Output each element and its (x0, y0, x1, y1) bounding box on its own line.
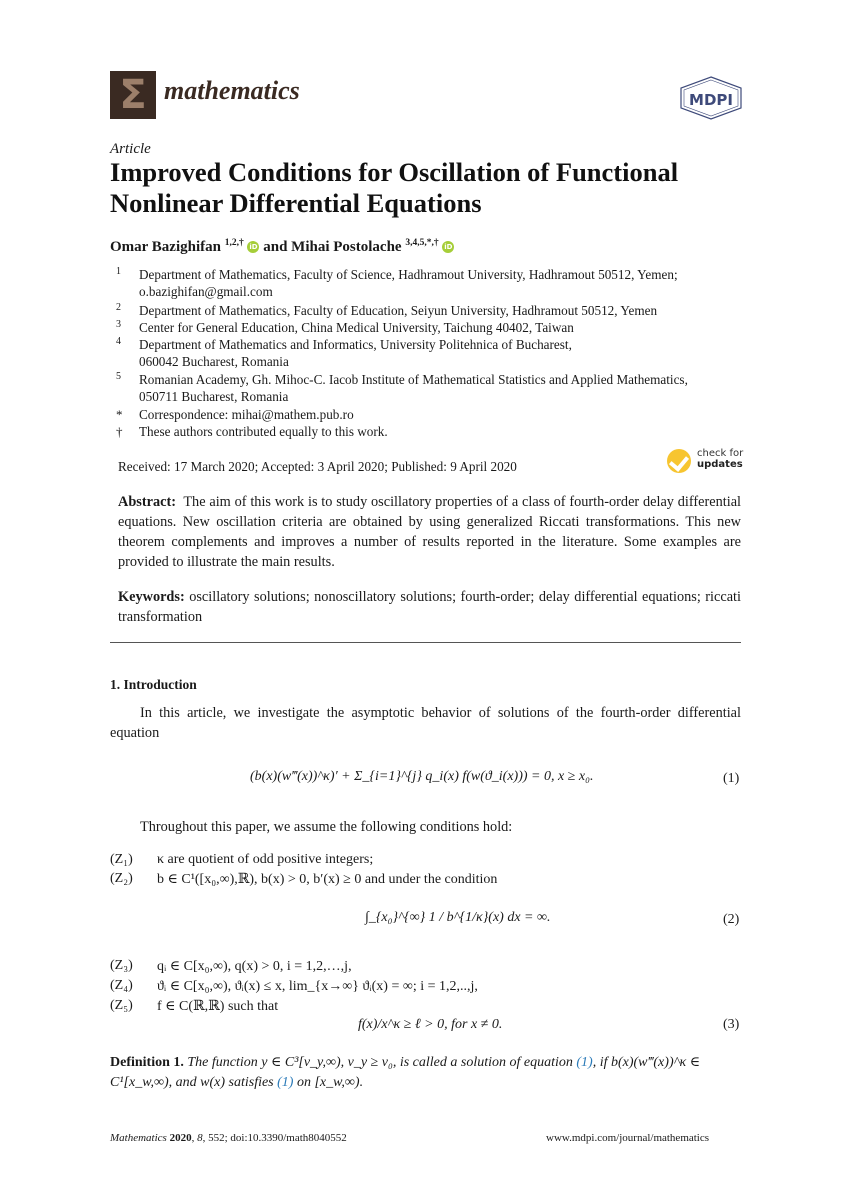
definition-text: C¹[x_w,∞), and w(x) satisfies (110, 1075, 274, 1090)
equation-1: (b(x)(w‴(x))^κ)′ + Σ_{i=1}^{j} q_i(x) f(… (250, 769, 594, 784)
equation-2: ∫_{x₀}^{∞} 1 / b^{1/κ}(x) dx = ∞. (365, 910, 551, 925)
affiliation-mark: 3 (116, 319, 121, 330)
citation-footer: Mathematics 2020, 8, 552; doi:10.3390/ma… (110, 1132, 347, 1144)
publication-dates: Received: 17 March 2020; Accepted: 3 Apr… (118, 459, 517, 474)
citation-year: 2020 (169, 1132, 192, 1144)
condition-label: (Z₁) (110, 852, 133, 867)
check-updates-line1: check for (697, 448, 744, 459)
affiliation-text: Department of Mathematics, Faculty of Ed… (139, 303, 658, 318)
affiliation-mark: † (116, 424, 123, 439)
mdpi-logo-text: MDPI (689, 91, 733, 109)
condition-label: (Z₄) (110, 978, 133, 993)
section-heading: 1. Introduction (110, 677, 197, 692)
author-list: Omar Bazighifan 1,2,† iD and Mihai Posto… (110, 238, 455, 256)
abstract-label: Abstract: (118, 494, 176, 510)
equation-ref-link[interactable]: (1) (277, 1075, 293, 1090)
affiliation-mark: 5 (116, 371, 121, 382)
affiliation-text: Department of Mathematics and Informatic… (139, 337, 572, 352)
check-updates-line2: updates (697, 459, 743, 470)
journal-url[interactable]: www.mdpi.com/journal/mathematics (546, 1132, 709, 1144)
journal-logo: Σ (110, 71, 156, 119)
affiliation-text: Department of Mathematics, Faculty of Sc… (139, 267, 678, 282)
author-conjunction: and (263, 239, 288, 255)
condition-label: (Z₂) (110, 871, 133, 886)
equation-ref-link[interactable]: (1) (576, 1055, 592, 1070)
condition-label: (Z₅) (110, 998, 133, 1013)
author-marks: 1,2,† (224, 238, 244, 248)
affiliation-text: Center for General Education, China Medi… (139, 320, 574, 335)
author-name: Omar Bazighifan (110, 239, 221, 255)
orcid-icon[interactable]: iD (442, 241, 455, 253)
condition-text: κ are quotient of odd positive integers; (157, 852, 374, 867)
journal-name: mathematics (164, 76, 300, 105)
affiliation-mark: 1 (116, 266, 121, 277)
assumptions-intro: Throughout this paper, we assume the fol… (140, 819, 513, 835)
citation-journal: Mathematics (110, 1132, 167, 1144)
keywords-label: Keywords: (118, 589, 185, 605)
author-name: Mihai Postolache (291, 239, 402, 255)
affiliation-mark: 4 (116, 336, 121, 347)
condition-text: ϑᵢ ∈ C[x₀,∞), ϑᵢ(x) ≤ x, lim_{x→∞} ϑᵢ(x)… (157, 979, 478, 994)
sigma-icon: Σ (119, 72, 147, 118)
intro-paragraph: In this article, we investigate the asym… (110, 705, 741, 741)
affiliation-text-cont: 060042 Bucharest, Romania (139, 354, 289, 369)
condition-text: f ∈ C(ℝ,ℝ) such that (157, 999, 279, 1014)
definition-text: on [x_w,∞). (296, 1075, 364, 1090)
author-email[interactable]: o.bazighifan@gmail.com (139, 284, 273, 299)
affiliation-text-cont: 050711 Bucharest, Romania (139, 389, 289, 404)
abstract: Abstract: The aim of this work is to stu… (118, 492, 741, 572)
equation-number: (2) (723, 912, 740, 927)
citation-doi[interactable]: , 552; doi:10.3390/math8040552 (203, 1132, 347, 1144)
keywords: Keywords: oscillatory solutions; nonosci… (118, 587, 741, 627)
keywords-text: oscillatory solutions; nonoscillatory so… (118, 589, 742, 625)
condition-text: qᵢ ∈ C[x₀,∞), q(x) > 0, i = 1,2,…,j, (157, 959, 352, 974)
orcid-icon[interactable]: iD (247, 241, 260, 253)
abstract-text: The aim of this work is to study oscilla… (118, 494, 742, 570)
mdpi-hexagon-icon: MDPI (680, 76, 742, 120)
equation-3: f(x)/x^κ ≥ ℓ > 0, for x ≠ 0. (358, 1017, 503, 1032)
author-marks: 3,4,5,*,† (405, 238, 439, 248)
note-text: These authors contributed equally to thi… (139, 424, 388, 439)
equation-number: (3) (723, 1017, 740, 1032)
divider (110, 642, 741, 643)
article-type: Article (110, 141, 151, 157)
definition-text: , if b(x)(w‴(x))^κ ∈ (592, 1055, 701, 1070)
affiliation-mark: * (116, 407, 123, 422)
condition-label: (Z₃) (110, 958, 133, 973)
check-for-updates-button[interactable]: check for updates (667, 448, 747, 476)
affiliation-mark: 2 (116, 302, 121, 313)
paper-title: Improved Conditions for Oscillation of F… (110, 157, 679, 218)
condition-text: b ∈ C¹([x₀,∞),ℝ), b(x) > 0, b′(x) ≥ 0 an… (157, 872, 498, 887)
definition-text: The function y ∈ C³[ν_y,∞), ν_y ≥ ν₀, is… (187, 1055, 573, 1070)
checkmark-icon (667, 449, 691, 473)
equation-number: (1) (723, 771, 740, 786)
definition-label: Definition 1. (110, 1055, 184, 1070)
definition-1: Definition 1. The function y ∈ C³[ν_y,∞)… (110, 1053, 741, 1093)
affiliation-text: Romanian Academy, Gh. Mihoc-C. Iacob Ins… (139, 372, 688, 387)
correspondence-text[interactable]: Correspondence: mihai@mathem.pub.ro (139, 406, 749, 423)
mdpi-logo: MDPI (679, 76, 743, 120)
